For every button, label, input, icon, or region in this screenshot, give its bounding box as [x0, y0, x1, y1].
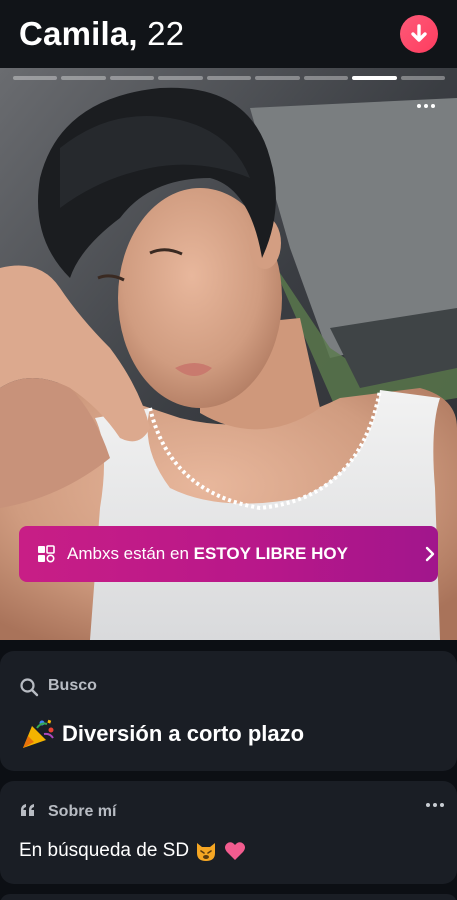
looking-for-card: Busco Diversión a corto plazo: [0, 651, 457, 771]
about-me-card: Sobre mí En búsqueda de SD: [0, 781, 457, 884]
photo-progress-segment[interactable]: [158, 76, 203, 80]
photo-progress-bar: [13, 76, 445, 80]
photo-progress-segment[interactable]: [352, 76, 397, 80]
free-today-badge[interactable]: Ambxs están en ESTOY LIBRE HOY: [19, 526, 438, 582]
about-me-text: En búsqueda de SD: [19, 840, 190, 861]
about-me-label: Sobre mí: [48, 803, 117, 820]
cat-face-emoji: [197, 843, 216, 861]
free-today-badge-text: Ambxs están en ESTOY LIBRE HOY: [67, 526, 348, 582]
quote-icon: [21, 804, 34, 816]
photo-progress-segment[interactable]: [13, 76, 58, 80]
search-icon: [20, 678, 39, 697]
badge-text-strong: ESTOY LIBRE HOY: [193, 544, 348, 563]
photo-progress-segment[interactable]: [303, 76, 349, 80]
looking-for-label: Busco: [48, 677, 97, 694]
looking-for-value: Diversión a corto plazo: [62, 721, 305, 746]
looking-for-value-row: Diversión a corto plazo: [20, 718, 304, 750]
photo-progress-segment[interactable]: [61, 76, 106, 80]
next-card-peek: [0, 894, 457, 900]
profile-title: Camila, 22: [19, 14, 184, 54]
profile-photo[interactable]: Ambxs están en ESTOY LIBRE HOY: [0, 68, 457, 640]
profile-name: Camila,: [19, 15, 138, 52]
photo-progress-segment[interactable]: [109, 76, 155, 80]
profile-age: 22: [147, 15, 185, 52]
chevron-right-icon: [425, 546, 435, 562]
pink-heart-emoji: [225, 842, 246, 860]
photo-progress-segment[interactable]: [255, 76, 300, 80]
badge-text-prefix: Ambxs están en: [67, 544, 194, 563]
collapse-profile-button[interactable]: [400, 15, 438, 53]
about-me-row: En búsqueda de SD: [19, 838, 247, 864]
arrow-down-icon: [411, 24, 427, 42]
photo-progress-segment[interactable]: [400, 76, 445, 80]
profile-header: Camila, 22: [0, 0, 457, 68]
stacked-squares-icon: [38, 545, 55, 563]
about-more-button[interactable]: [424, 799, 446, 811]
party-popper-emoji: [23, 719, 54, 748]
photo-progress-segment[interactable]: [206, 76, 252, 80]
photo-more-button[interactable]: [414, 98, 438, 114]
